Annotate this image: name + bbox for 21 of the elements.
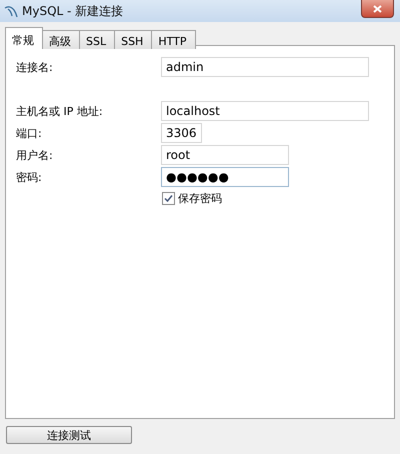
- tab[interactable]: 高级: [42, 30, 80, 49]
- input-field[interactable]: admin: [161, 57, 369, 77]
- input-field[interactable]: 3306: [161, 123, 202, 143]
- test-connection-button[interactable]: 连接测试: [6, 426, 132, 444]
- field-label: 主机名或 IP 地址:: [16, 104, 104, 118]
- window-title: MySQL - 新建连接: [22, 2, 124, 20]
- field-label: 连接名:: [16, 60, 54, 74]
- tab[interactable]: SSL: [79, 30, 116, 49]
- input-field[interactable]: root: [161, 145, 289, 165]
- tab[interactable]: 常规: [5, 27, 43, 49]
- close-button[interactable]: [361, 0, 394, 18]
- close-icon: [373, 4, 382, 12]
- field-label: 密码:: [16, 170, 43, 184]
- field-label: 用户名:: [16, 148, 54, 162]
- field-label: 端口:: [16, 126, 43, 140]
- input-field[interactable]: ●●●●●●: [161, 167, 289, 187]
- checkbox[interactable]: [162, 192, 175, 205]
- tab[interactable]: SSH: [114, 30, 152, 49]
- input-field[interactable]: localhost: [161, 101, 369, 121]
- tab[interactable]: HTTP: [151, 30, 196, 49]
- checkbox-label: 保存密码: [178, 191, 222, 206]
